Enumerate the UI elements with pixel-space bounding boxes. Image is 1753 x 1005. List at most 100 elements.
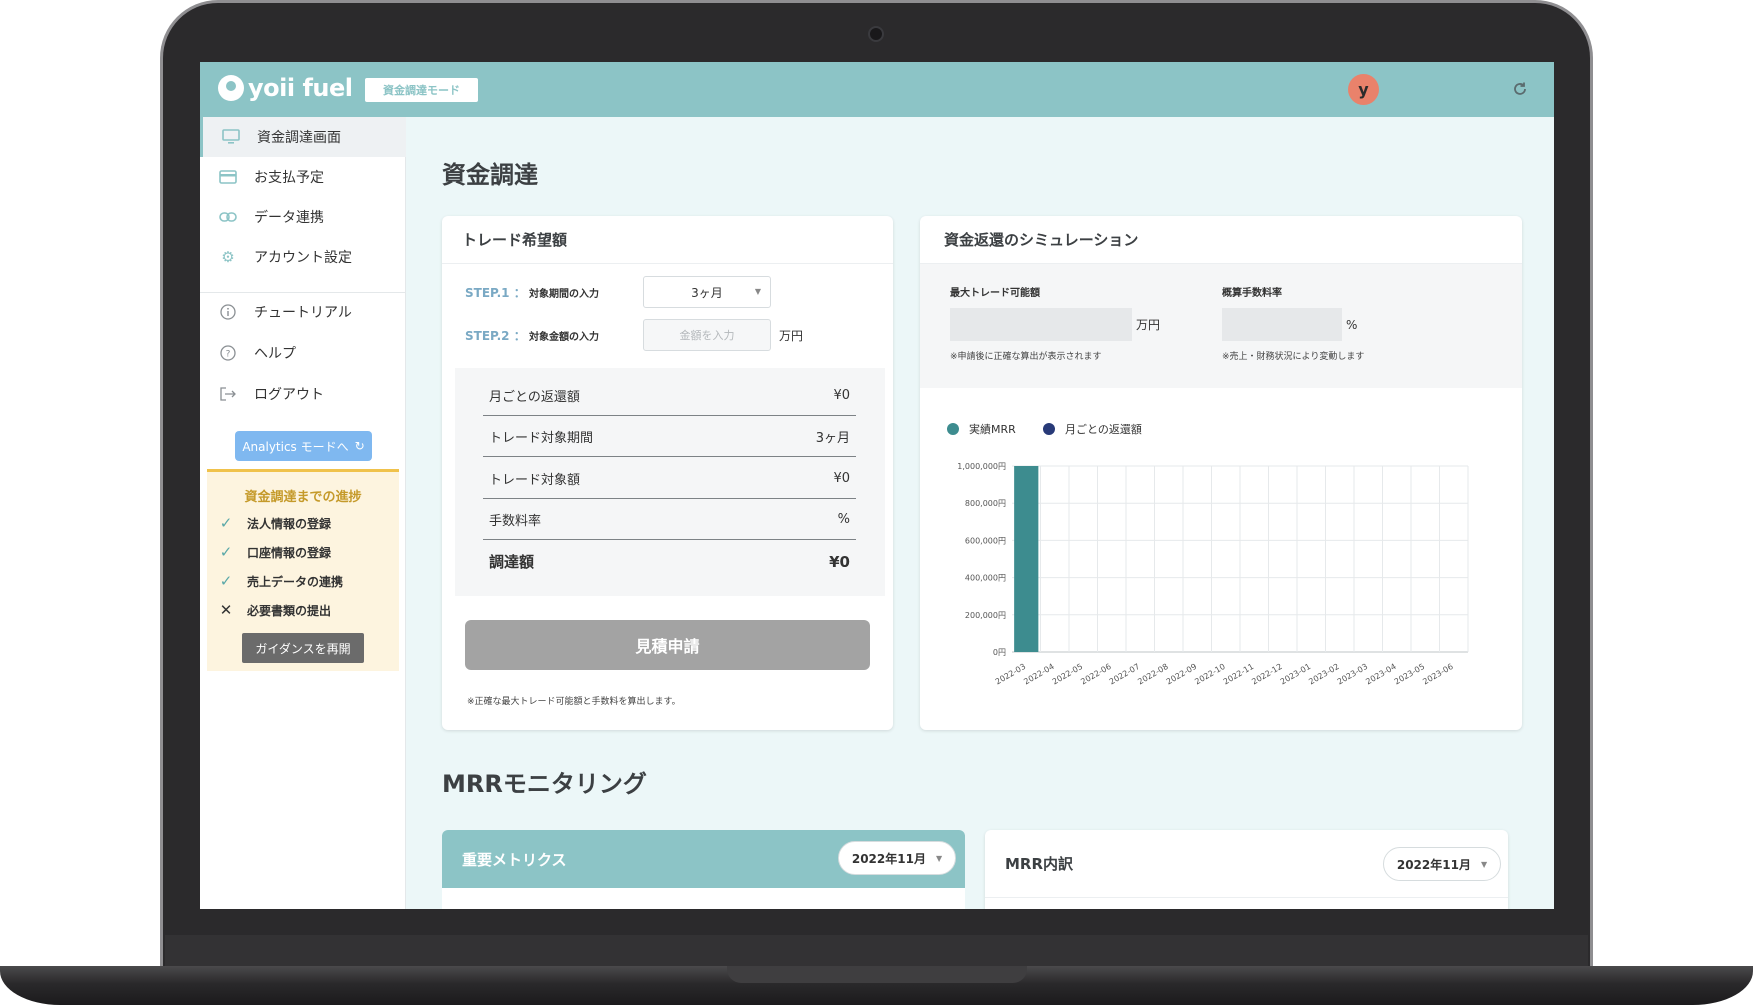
summary-row: 月ごとの返還額 ¥0	[483, 375, 856, 416]
sidebar-item-help[interactable]: ? ヘルプ	[200, 333, 406, 373]
chevron-down-icon: ▼	[754, 287, 761, 296]
logo[interactable]: yoii fuel	[218, 74, 353, 102]
check-icon: ✓	[219, 514, 233, 532]
sidebar-item-data-link[interactable]: データ連携	[200, 197, 406, 237]
summary-value: %	[837, 511, 850, 527]
y-tick-label: 200,000円	[965, 611, 1006, 620]
analytics-mode-label: Analytics モードへ	[242, 439, 349, 454]
x-tick-label: 2023-01	[1279, 662, 1312, 687]
x-tick-label: 2022-09	[1165, 662, 1198, 687]
summary-label: トレード対象期間	[489, 430, 594, 446]
laptop-bezel	[165, 935, 1588, 967]
amount-input[interactable]: 金額を入力	[643, 319, 771, 351]
period-select[interactable]: 3ヶ月 ▼	[643, 276, 771, 308]
max-trade-unit: 万円	[1136, 318, 1161, 332]
breakdown-month-select[interactable]: 2022年11月 ▼	[1383, 847, 1501, 881]
sidebar-item-tutorial[interactable]: チュートリアル	[200, 292, 406, 332]
legend-label: 月ごとの返還額	[1065, 423, 1142, 436]
x-tick-label: 2022-05	[1051, 662, 1084, 687]
trade-card-title: トレード希望額	[442, 216, 893, 264]
progress-panel: 資金調達までの進捗 ✓ 法人情報の登録 ✓ 口座情報の登録 ✓ 売上データの連携…	[207, 469, 399, 671]
max-trade-label: 最大トレード可能額	[950, 288, 1040, 299]
x-tick-label: 2023-05	[1393, 662, 1426, 687]
x-tick-label: 2022-03	[994, 662, 1027, 687]
mrr-section-title: MRRモニタリング	[442, 770, 647, 798]
x-tick-label: 2023-06	[1421, 662, 1454, 687]
metrics-month-value: 2022年11月	[851, 851, 926, 866]
x-tick-label: 2022-08	[1136, 662, 1169, 687]
guidance-button[interactable]: ガイダンスを再開	[242, 633, 364, 663]
gear-icon: ⚙	[221, 248, 235, 266]
y-tick-label: 800,000円	[965, 499, 1006, 508]
chevron-down-icon: ▼	[1480, 859, 1488, 869]
progress-item-label: 売上データの連携	[247, 574, 344, 589]
step1-text: 対象期間の入力	[529, 288, 599, 300]
progress-item: ✕ 必要書類の提出	[217, 601, 331, 619]
fee-rate-note: ※売上・財務状況により変動します	[1222, 352, 1365, 362]
simulation-fields: 最大トレード可能額 万円 ※申請後に正確な算出が表示されます 概算手数料率 % …	[920, 264, 1522, 388]
sidebar-item-label: 資金調達画面	[257, 130, 341, 146]
logo-mark-icon	[218, 75, 244, 101]
chevron-down-icon: ▼	[935, 853, 943, 863]
progress-title: 資金調達までの進捗	[244, 490, 362, 505]
summary-row: トレード対象額 ¥0	[483, 458, 856, 499]
mrr-breakdown-title: MRR内訳	[1005, 855, 1074, 873]
legend-dot-repayment	[1043, 423, 1055, 435]
step2-text: 対象金額の入力	[529, 331, 599, 343]
trade-card: トレード希望額 STEP.1 ： 対象期間の入力 3ヶ月 ▼ STEP.2 ： …	[442, 216, 893, 730]
max-trade-value	[950, 308, 1132, 341]
trade-note: ※正確な最大トレード可能額と手数料を算出します。	[467, 697, 681, 707]
estimate-request-button[interactable]: 見積申請	[465, 620, 870, 670]
sidebar-item-funding[interactable]: 資金調達画面	[200, 117, 406, 157]
summary-row-total: 調達額 ¥0	[483, 541, 856, 582]
check-icon: ✓	[219, 572, 233, 590]
mode-badge: 資金調達モード	[365, 78, 478, 102]
avatar[interactable]: y	[1348, 74, 1379, 105]
card-icon	[218, 167, 238, 187]
summary-label: トレード対象額	[489, 472, 581, 488]
chart-legend-item: 実績MRR	[947, 421, 1016, 437]
step1-label: STEP.1 ：	[465, 285, 526, 300]
close-icon: ✕	[219, 601, 233, 619]
sidebar-item-account-settings[interactable]: ⚙ アカウント設定	[200, 237, 406, 277]
sidebar-item-logout[interactable]: ログアウト	[200, 374, 406, 414]
sidebar: 資金調達画面 お支払予定 データ連携 ⚙ アカウント設定 チュートリアル ? ヘ…	[200, 117, 406, 909]
refresh-icon[interactable]	[1510, 79, 1530, 99]
progress-item: ✓ 法人情報の登録	[217, 514, 331, 532]
monitor-icon	[221, 127, 241, 147]
metrics-month-select[interactable]: 2022年11月 ▼	[838, 841, 956, 875]
top-bar: yoii fuel 資金調達モード y	[200, 62, 1554, 117]
y-tick-label: 1,000,000円	[957, 462, 1006, 471]
page-title: 資金調達	[442, 161, 538, 189]
y-tick-label: 400,000円	[965, 574, 1006, 583]
summary-value: ¥0	[833, 387, 850, 403]
sidebar-item-label: アカウント設定	[254, 250, 352, 266]
analytics-mode-button[interactable]: Analytics モードへ ↻	[235, 431, 372, 461]
simulation-card-title: 資金返還のシミュレーション	[920, 216, 1522, 264]
sync-icon: ↻	[354, 439, 365, 453]
x-tick-label: 2022-06	[1079, 662, 1112, 687]
sidebar-item-label: ヘルプ	[254, 346, 296, 362]
fee-rate-unit: %	[1346, 317, 1358, 332]
max-trade-note: ※申請後に正確な算出が表示されます	[950, 352, 1102, 362]
summary-row: トレード対象期間 3ヶ月	[483, 416, 856, 457]
sidebar-item-label: ログアウト	[254, 387, 324, 403]
x-tick-label: 2022-04	[1022, 662, 1055, 687]
legend-label: 実績MRR	[969, 423, 1016, 436]
summary-value: ¥0	[829, 552, 850, 571]
key-metrics-card: 重要メトリクス 2022年11月 ▼	[442, 830, 965, 909]
fee-rate-field: 概算手数料率 % ※売上・財務状況により変動します	[1222, 284, 1364, 362]
breakdown-month-value: 2022年11月	[1396, 857, 1471, 872]
camera-icon	[868, 26, 884, 42]
help-icon: ?	[218, 343, 238, 363]
step2-row: STEP.2 ： 対象金額の入力 金額を入力 万円	[465, 319, 803, 351]
x-tick-label: 2022-10	[1193, 662, 1226, 687]
max-trade-field: 最大トレード可能額 万円 ※申請後に正確な算出が表示されます	[950, 284, 1160, 362]
progress-item: ✓ 売上データの連携	[217, 572, 343, 590]
link-icon	[218, 207, 238, 227]
logo-text: yoii fuel	[248, 74, 353, 102]
summary-label: 手数料率	[489, 513, 542, 529]
sidebar-item-payments[interactable]: お支払予定	[200, 157, 406, 197]
legend-dot-mrr	[947, 423, 959, 435]
amount-unit: 万円	[779, 328, 804, 343]
